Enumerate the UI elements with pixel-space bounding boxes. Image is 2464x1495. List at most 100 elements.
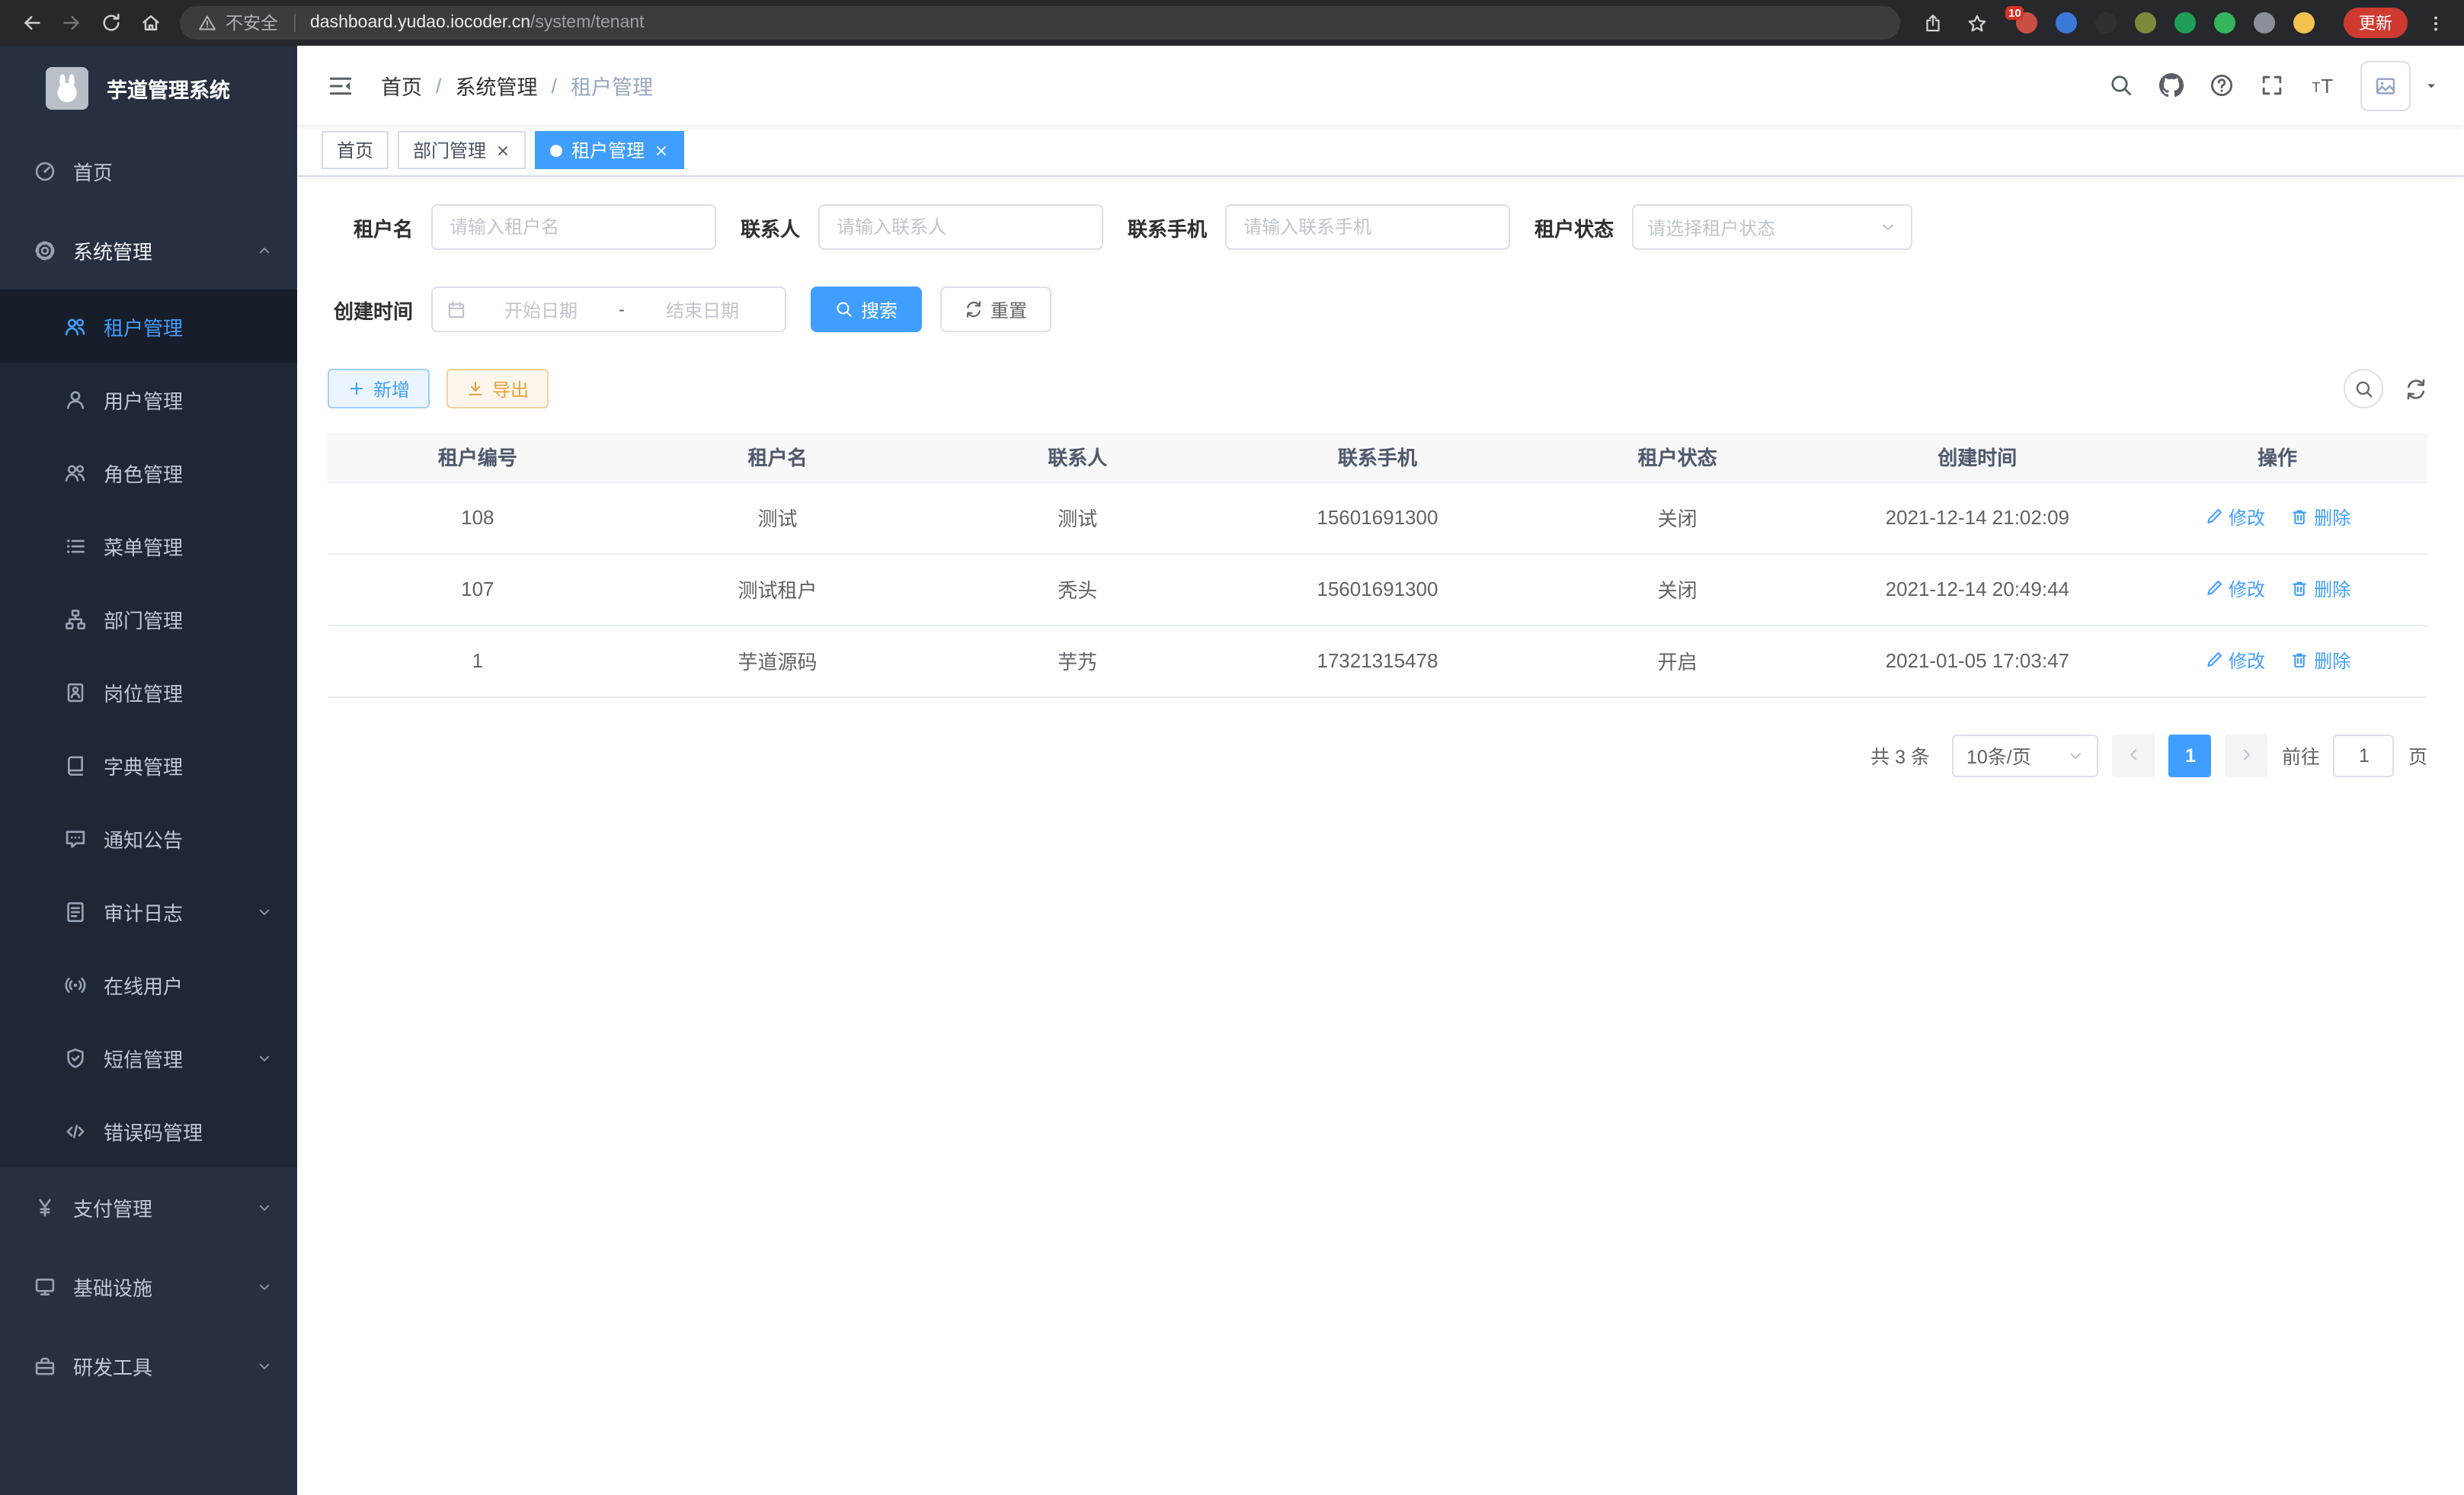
- browser-menu-button[interactable]: [2418, 6, 2452, 40]
- sidebar-item-dict[interactable]: 字典管理: [0, 728, 297, 802]
- sidebar-item-label: 字典管理: [104, 751, 273, 780]
- refresh-table-button[interactable]: [2405, 377, 2427, 400]
- browser-home-button[interactable]: [131, 3, 171, 43]
- toggle-search-button[interactable]: [2344, 369, 2383, 408]
- extension-icon[interactable]: [2132, 10, 2158, 36]
- sidebar-item-notice[interactable]: 通知公告: [0, 802, 297, 875]
- refresh-icon: [2405, 377, 2427, 400]
- search-icon: [2354, 379, 2373, 399]
- caret-down-icon[interactable]: [2423, 77, 2440, 94]
- edit-link[interactable]: 修改: [2204, 576, 2265, 602]
- bookmark-button[interactable]: [1960, 6, 1993, 40]
- contact-input[interactable]: [818, 204, 1103, 250]
- browser-reload-button[interactable]: [91, 3, 131, 43]
- user-avatar[interactable]: [2360, 60, 2411, 110]
- close-icon[interactable]: [495, 142, 510, 158]
- chevron-down-icon: [1879, 218, 1897, 236]
- star-icon: [1966, 13, 1986, 33]
- security-label[interactable]: 不安全: [226, 11, 278, 35]
- export-button[interactable]: 导出: [446, 369, 549, 408]
- home-icon: [140, 12, 162, 34]
- page-size-value: 10条/页: [1966, 741, 2031, 770]
- browser-update-button[interactable]: 更新: [2344, 8, 2408, 38]
- app-logo[interactable]: 芋道管理系统: [0, 46, 297, 131]
- browser-toolbar: 不安全 dashboard.yudao.iocoder.cn/system/te…: [0, 0, 2464, 46]
- github-link[interactable]: [2159, 73, 2184, 98]
- sidebar-item-system[interactable]: 系统管理: [0, 210, 297, 290]
- page-1-button[interactable]: 1: [2169, 734, 2212, 776]
- sidebar-item-label: 错误码管理: [104, 1116, 273, 1145]
- extension-icon[interactable]: 10: [2013, 10, 2039, 36]
- extension-icon[interactable]: [2092, 10, 2118, 36]
- next-page-button[interactable]: [2226, 734, 2268, 776]
- cell-contact: 芋艿: [927, 625, 1227, 696]
- sidebar-toggle-button[interactable]: [322, 72, 372, 98]
- add-button[interactable]: 新增: [328, 369, 430, 408]
- edit-link[interactable]: 修改: [2204, 648, 2265, 674]
- phone-input[interactable]: [1225, 204, 1510, 250]
- log-icon: [64, 900, 87, 923]
- goto-page-input[interactable]: [2334, 734, 2395, 776]
- share-icon: [1922, 13, 1942, 33]
- extension-icon[interactable]: [2211, 10, 2237, 36]
- reset-button[interactable]: 重置: [940, 287, 1051, 332]
- search-button[interactable]: 搜索: [811, 287, 922, 332]
- sidebar-item-post[interactable]: 岗位管理: [0, 655, 297, 728]
- sidebar-item-dept[interactable]: 部门管理: [0, 582, 297, 655]
- sidebar-item-user[interactable]: 用户管理: [0, 363, 297, 436]
- prev-page-button[interactable]: [2113, 734, 2155, 776]
- delete-link[interactable]: 删除: [2290, 576, 2350, 602]
- table-row: 1芋道源码芋艿17321315478开启2021-01-05 17:03:47修…: [328, 625, 2427, 696]
- address-bar[interactable]: 不安全 dashboard.yudao.iocoder.cn/system/te…: [180, 6, 1900, 40]
- edit-link[interactable]: 修改: [2204, 504, 2265, 530]
- sidebar-item-auditlog[interactable]: 审计日志: [0, 875, 297, 948]
- browser-forward-button[interactable]: [52, 3, 91, 43]
- sidebar-item-role[interactable]: 角色管理: [0, 436, 297, 509]
- sidebar-item-label: 角色管理: [104, 458, 273, 487]
- sidebar-item-pay[interactable]: 支付管理: [0, 1167, 297, 1247]
- breadcrumb-item[interactable]: 首页: [381, 70, 422, 101]
- delete-link[interactable]: 删除: [2290, 504, 2350, 530]
- extension-icon[interactable]: [2290, 10, 2316, 36]
- share-button[interactable]: [1915, 6, 1949, 40]
- gear-icon: [34, 238, 56, 261]
- fullscreen-button[interactable]: [2260, 73, 2284, 98]
- sidebar-item-sms[interactable]: 短信管理: [0, 1021, 297, 1094]
- extension-icon[interactable]: [2171, 10, 2197, 36]
- column-header: 创建时间: [1827, 433, 2127, 482]
- tenant-table: 租户编号租户名联系人联系手机租户状态创建时间操作 108测试测试15601691…: [328, 433, 2427, 697]
- font-size-button[interactable]: TT: [2310, 73, 2334, 98]
- sidebar-item-menu[interactable]: 菜单管理: [0, 509, 297, 582]
- sidebar-item-tenant[interactable]: 租户管理: [0, 290, 297, 363]
- column-header: 租户编号: [328, 433, 628, 482]
- extension-icon[interactable]: [2053, 10, 2078, 36]
- sidebar: 芋道管理系统 首页系统管理租户管理用户管理角色管理菜单管理部门管理岗位管理字典管…: [0, 46, 297, 1495]
- close-icon[interactable]: [654, 142, 669, 158]
- sidebar-item-label: 首页: [73, 156, 273, 185]
- tenant-status-select[interactable]: 请选择租户状态: [1632, 204, 1912, 250]
- cell-status: 关闭: [1528, 553, 1828, 625]
- page-size-select[interactable]: 10条/页: [1953, 734, 2099, 776]
- date-end-placeholder: 结束日期: [634, 296, 771, 322]
- extension-icon[interactable]: [2251, 10, 2277, 36]
- sidebar-item-devtool[interactable]: 研发工具: [0, 1326, 297, 1405]
- top-navbar: 首页/系统管理/租户管理 TT: [297, 46, 2464, 125]
- download-icon: [466, 379, 485, 398]
- screen: 不安全 dashboard.yudao.iocoder.cn/system/te…: [0, 0, 2464, 1495]
- table-header-row: 租户编号租户名联系人联系手机租户状态创建时间操作: [328, 433, 2427, 482]
- create-time-range[interactable]: 开始日期 - 结束日期: [431, 287, 786, 332]
- sidebar-item-online[interactable]: 在线用户: [0, 948, 297, 1021]
- navbar-search-button[interactable]: [2109, 73, 2133, 98]
- tab-tenant[interactable]: 租户管理: [535, 131, 684, 169]
- browser-back-button[interactable]: [12, 3, 52, 43]
- sidebar-menu: 首页系统管理租户管理用户管理角色管理菜单管理部门管理岗位管理字典管理通知公告审计…: [0, 131, 297, 1495]
- sidebar-item-errcode[interactable]: 错误码管理: [0, 1094, 297, 1167]
- sidebar-item-infra[interactable]: 基础设施: [0, 1247, 297, 1326]
- url-host: dashboard.yudao.iocoder.cn: [310, 14, 530, 32]
- help-button[interactable]: [2210, 73, 2234, 98]
- tenant-name-input[interactable]: [431, 204, 716, 250]
- sidebar-item-home[interactable]: 首页: [0, 131, 297, 210]
- delete-link[interactable]: 删除: [2290, 648, 2350, 674]
- tab-home[interactable]: 首页: [322, 131, 389, 169]
- tab-dept[interactable]: 部门管理: [398, 131, 526, 169]
